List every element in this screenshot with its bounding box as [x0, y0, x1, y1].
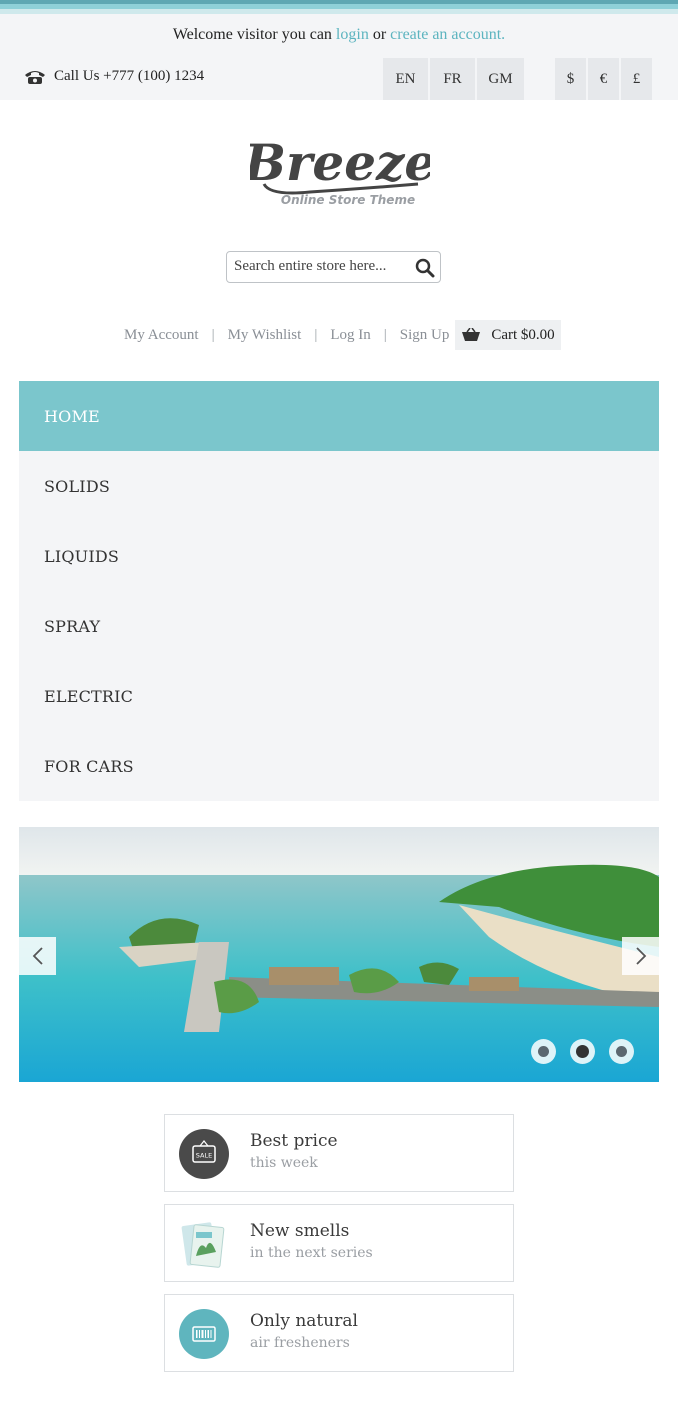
feature-subtitle: in the next series — [250, 1245, 373, 1261]
language-en[interactable]: EN — [383, 58, 428, 100]
search-input[interactable] — [234, 258, 409, 275]
currency-usd[interactable]: $ — [555, 58, 586, 100]
link-separator: | — [383, 326, 387, 343]
link-separator: | — [314, 326, 318, 343]
slider-dot[interactable] — [531, 1039, 556, 1064]
slider-next-button[interactable] — [622, 937, 659, 975]
call-us: Call Us +777 (100) 1234 — [24, 68, 204, 85]
link-separator: | — [211, 326, 215, 343]
product-package-icon — [181, 1222, 225, 1268]
account-links: My Account | My Wishlist | Log In | Sign… — [124, 320, 561, 350]
currency-gbp[interactable]: £ — [621, 58, 652, 100]
login-link[interactable]: login — [336, 26, 369, 43]
nav-item-home[interactable]: HOME — [19, 381, 659, 451]
chevron-left-icon — [32, 947, 43, 965]
hero-slider — [19, 827, 659, 1082]
language-switcher: EN FR GM — [383, 58, 524, 100]
feature-subtitle: air fresheners — [250, 1335, 350, 1351]
welcome-text: Welcome visitor you can — [172, 26, 332, 43]
my-wishlist-link[interactable]: My Wishlist — [228, 327, 302, 344]
nav-item-for-cars[interactable]: FOR CARS — [19, 731, 659, 801]
chevron-right-icon — [635, 947, 646, 965]
nav-item-solids[interactable]: SOLIDS — [19, 451, 659, 521]
phone-icon — [25, 70, 45, 84]
slider-dot[interactable] — [609, 1039, 634, 1064]
nav-item-liquids[interactable]: LIQUIDS — [19, 521, 659, 591]
currency-eur[interactable]: € — [588, 58, 619, 100]
slider-dot-active[interactable] — [570, 1039, 595, 1064]
language-gm[interactable]: GM — [477, 58, 524, 100]
feature-title: Only natural — [250, 1311, 358, 1331]
cart-button[interactable]: Cart $0.00 — [455, 320, 561, 350]
main-nav: HOME SOLIDS LIQUIDS SPRAY ELECTRIC FOR C… — [19, 381, 659, 801]
svg-text:SALE: SALE — [196, 1152, 212, 1160]
language-fr[interactable]: FR — [430, 58, 475, 100]
feature-subtitle: this week — [250, 1155, 318, 1171]
top-accent-stripe — [0, 0, 678, 14]
call-us-text: Call Us +777 (100) 1234 — [54, 68, 205, 84]
basket-icon — [462, 328, 481, 341]
or-text: or — [372, 26, 387, 43]
barcode-icon — [179, 1309, 229, 1359]
search-box — [226, 251, 441, 283]
slider-pagination — [531, 1039, 634, 1064]
create-account-link[interactable]: create an account. — [390, 26, 505, 43]
my-account-link[interactable]: My Account — [124, 327, 199, 344]
feature-title: New smells — [250, 1221, 350, 1241]
welcome-message: Welcome visitor you can login or create … — [0, 26, 678, 44]
svg-text:Online Store Theme: Online Store Theme — [281, 193, 415, 207]
breeze-logo[interactable]: Breeze Online Store Theme — [250, 118, 430, 214]
feature-best-price[interactable]: SALE Best price this week — [164, 1114, 514, 1192]
svg-text:Breeze: Breeze — [250, 133, 430, 192]
sign-up-link[interactable]: Sign Up — [400, 327, 450, 344]
feature-title: Best price — [250, 1131, 338, 1151]
search-icon[interactable] — [415, 258, 435, 278]
sale-tag-icon: SALE — [179, 1129, 229, 1179]
nav-item-spray[interactable]: SPRAY — [19, 591, 659, 661]
feature-only-natural[interactable]: Only natural air fresheners — [164, 1294, 514, 1372]
slider-prev-button[interactable] — [19, 937, 56, 975]
cart-total: Cart $0.00 — [491, 326, 555, 343]
feature-new-smells[interactable]: New smells in the next series — [164, 1204, 514, 1282]
nav-item-electric[interactable]: ELECTRIC — [19, 661, 659, 731]
log-in-link[interactable]: Log In — [330, 327, 370, 344]
currency-switcher: $ € £ — [555, 58, 652, 100]
top-bar: Welcome visitor you can login or create … — [0, 14, 678, 100]
